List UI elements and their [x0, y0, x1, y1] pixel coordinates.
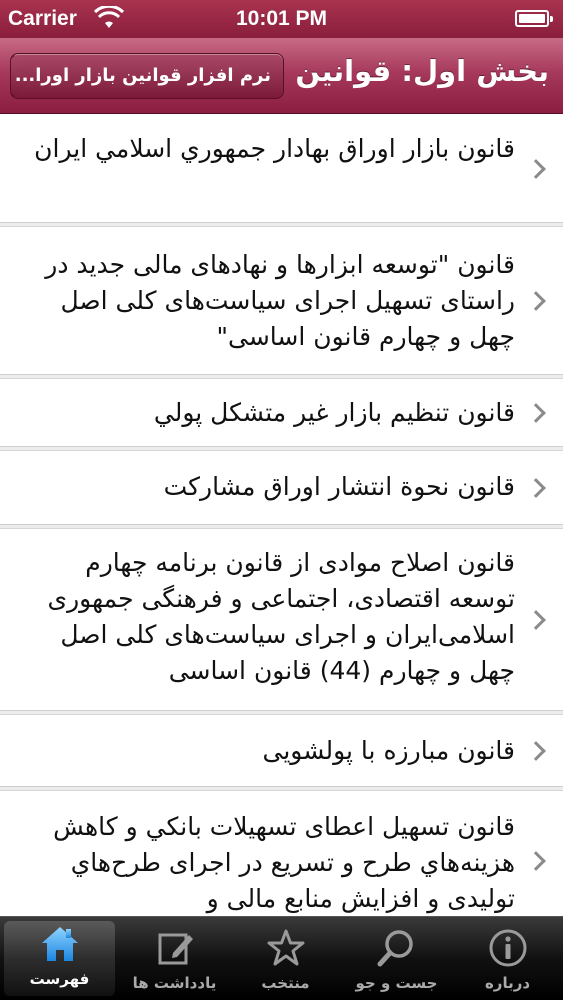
- list-item[interactable]: قانون مبارزه با پولشويی: [0, 715, 563, 787]
- list-item[interactable]: قانون بازار اوراق بهادار جمهوري اسلامي ا…: [0, 115, 563, 223]
- list-item[interactable]: قانون "توسعه ابزارها و نهادهای مالی جدید…: [0, 227, 563, 375]
- tab-home[interactable]: فهرست: [4, 921, 115, 996]
- tab-label: منتخب: [261, 974, 310, 992]
- back-button-label: نرم افزار قوانين بازار اورا...: [14, 65, 271, 86]
- list-item-label: قانون تسهيل اعطای تسهيلات بانكي و كاهش ه…: [53, 812, 515, 913]
- list-item-label: قانون تنظيم بازار غير متشكل پولي: [153, 398, 515, 427]
- list-item-label: قانون بازار اوراق بهادار جمهوري اسلامي ا…: [34, 134, 515, 163]
- notes-icon: [158, 933, 193, 965]
- status-bar: Carrier 10:01 PM: [0, 0, 563, 38]
- navigation-bar: نرم افزار قوانين بازار اورا... بخش اول: …: [0, 38, 563, 114]
- list-item[interactable]: قانون تسهيل اعطای تسهيلات بانكي و كاهش ه…: [0, 791, 563, 917]
- back-button[interactable]: نرم افزار قوانين بازار اورا...: [10, 53, 284, 99]
- tab-favorites[interactable]: منتخب: [230, 917, 341, 1000]
- tab-label: یادداشت ها: [132, 974, 217, 992]
- tab-search[interactable]: جست و جو: [341, 917, 452, 1000]
- list-item[interactable]: قانون تنظيم بازار غير متشكل پولي: [0, 379, 563, 447]
- list-item-label: قانون اصلاح موادی از قانون برنامه چهارم …: [47, 548, 515, 685]
- tab-bar: فهرست یادداشت ها منتخب جست و جو درباره: [0, 916, 563, 1000]
- list-item[interactable]: قانون نحوة انتشار اوراق مشاركت: [0, 451, 563, 525]
- list-item[interactable]: قانون اصلاح موادی از قانون برنامه چهارم …: [0, 529, 563, 711]
- tab-notes[interactable]: یادداشت ها: [119, 917, 230, 1000]
- search-icon: [377, 930, 413, 967]
- tab-label: درباره: [484, 974, 531, 992]
- star-icon: [267, 929, 304, 966]
- tab-label: فهرست: [29, 970, 90, 988]
- list-item-label: قانون مبارزه با پولشويی: [262, 736, 515, 765]
- tab-about[interactable]: درباره: [452, 917, 563, 1000]
- list-item-label: قانون نحوة انتشار اوراق مشاركت: [163, 472, 515, 501]
- law-list[interactable]: قانون بازار اوراق بهادار جمهوري اسلامي ا…: [0, 115, 563, 917]
- status-time: 10:01 PM: [235, 7, 328, 30]
- home-icon: [41, 927, 78, 961]
- page-title: بخش اول: قوانين: [295, 54, 549, 88]
- list-item-label: قانون "توسعه ابزارها و نهادهای مالی جدید…: [45, 250, 515, 351]
- tab-label: جست و جو: [355, 974, 438, 992]
- battery-icon: [515, 10, 553, 27]
- info-icon: [489, 929, 526, 967]
